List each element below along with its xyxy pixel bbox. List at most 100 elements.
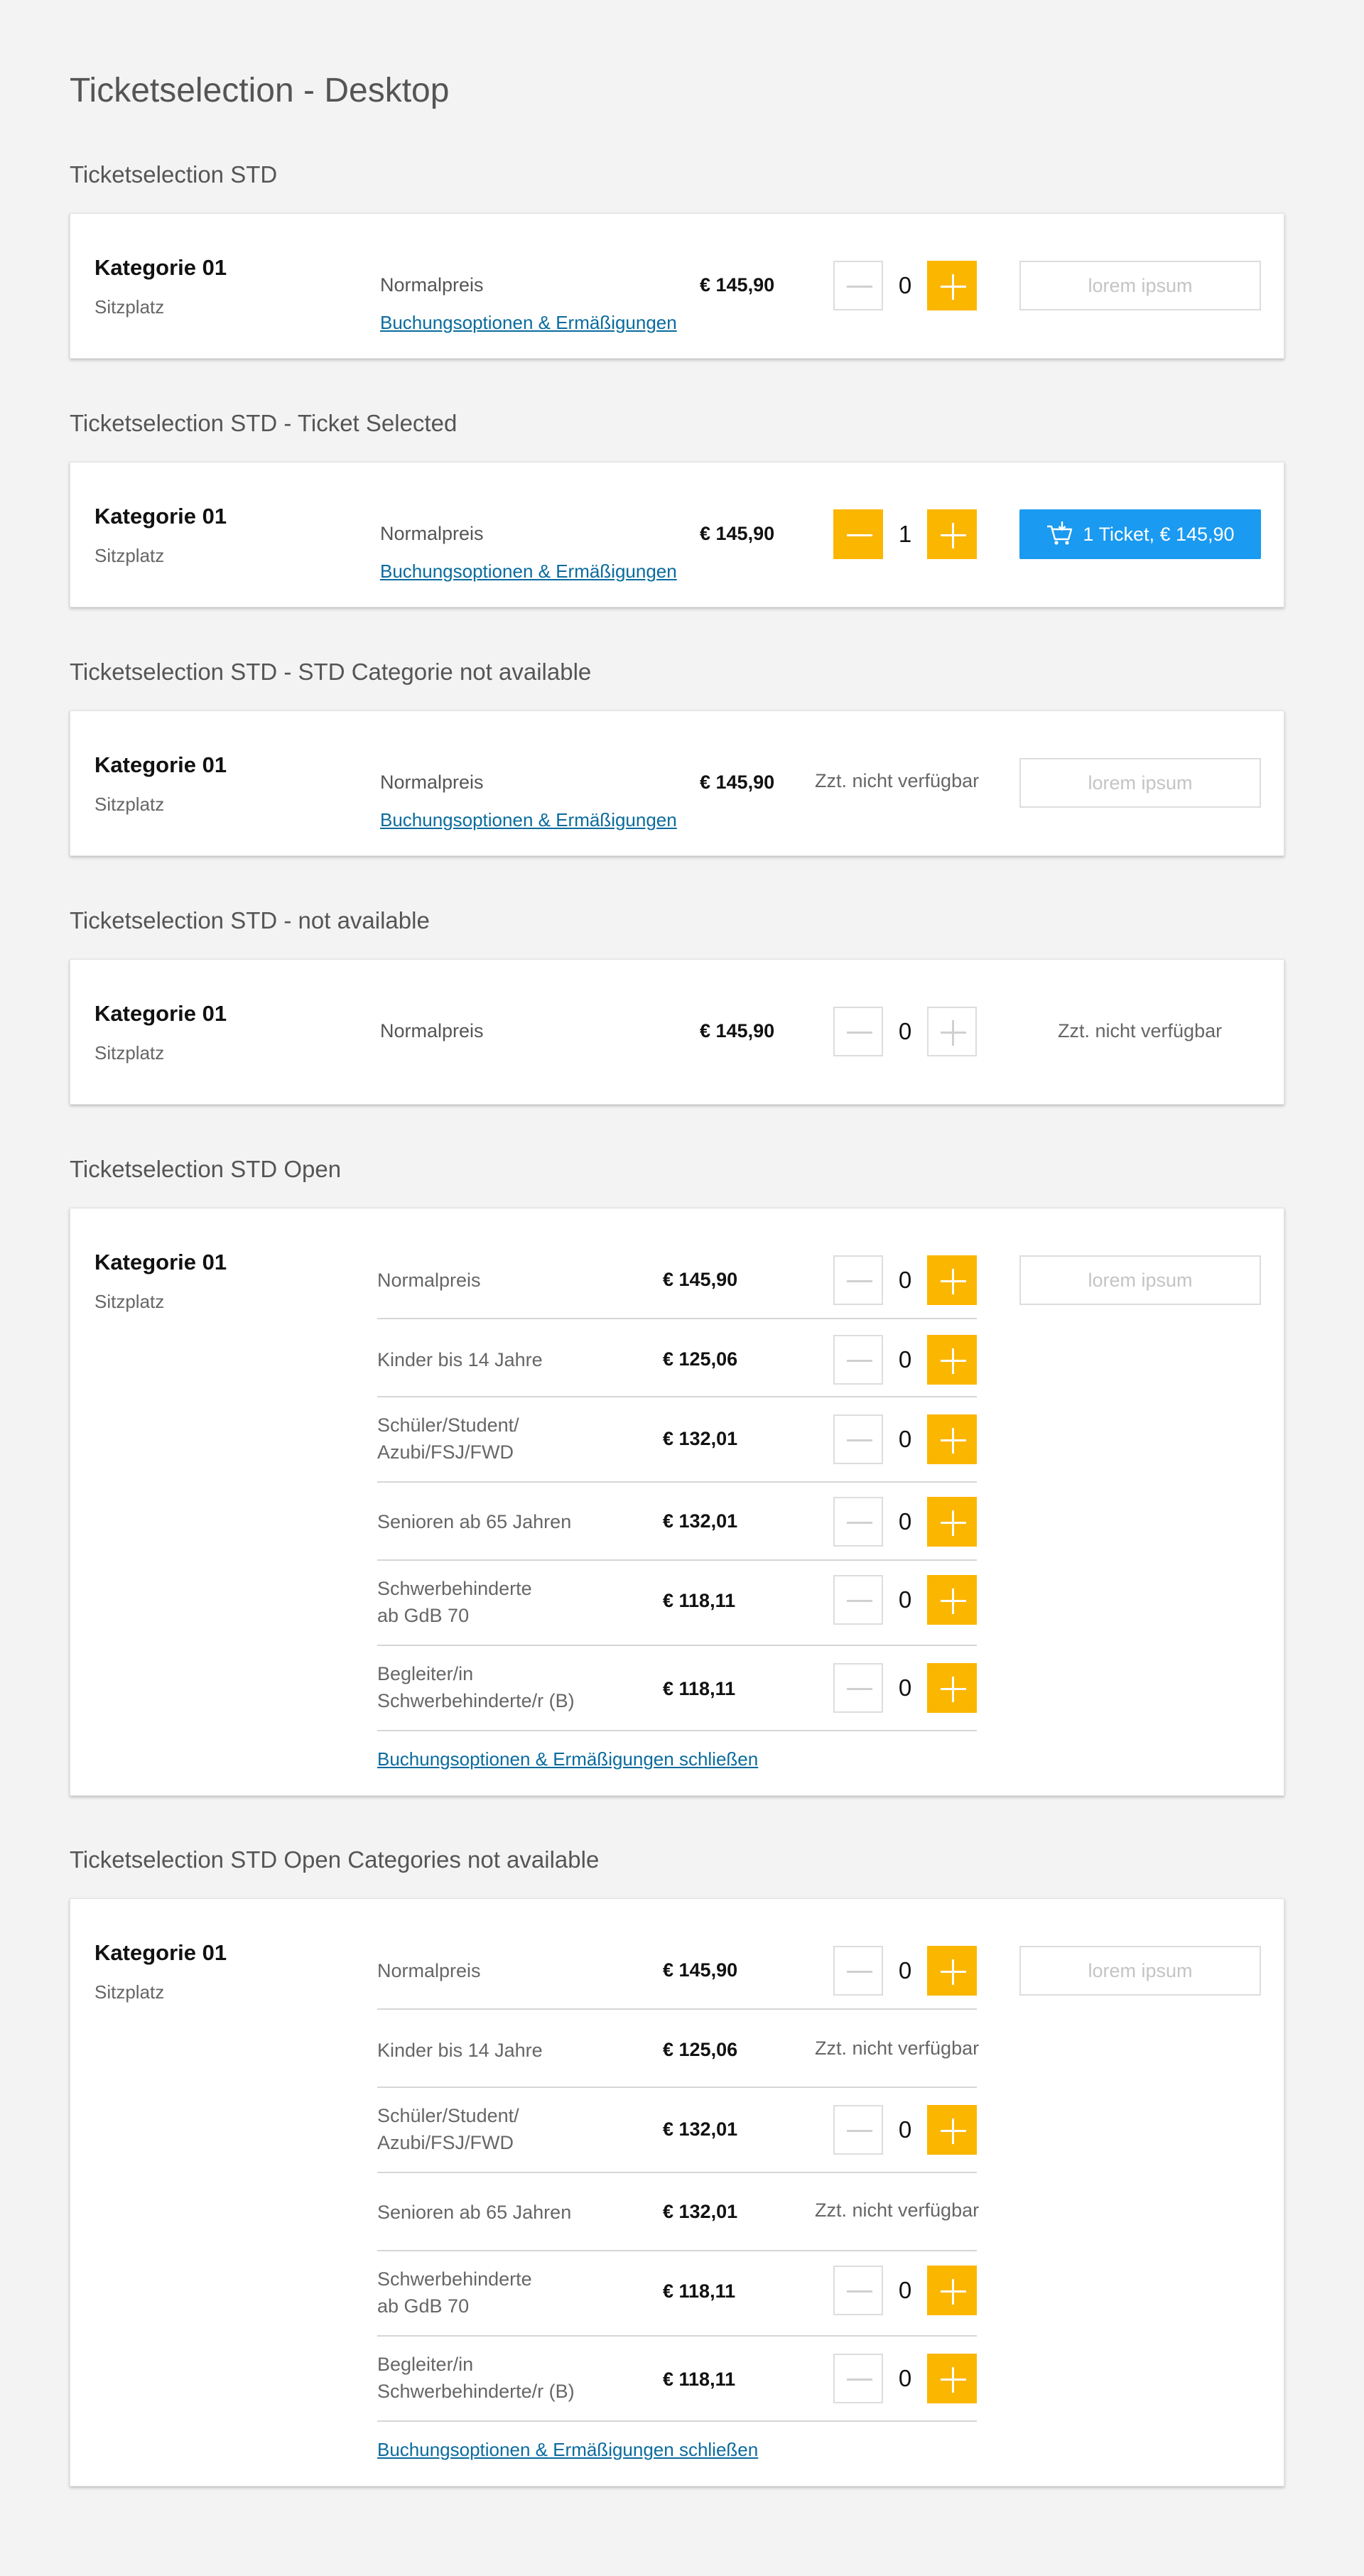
price-label: Normalpreis [380, 772, 484, 793]
price-category-label: Kinder bis 14 Jahre [377, 1349, 543, 1370]
plus-button[interactable] [927, 509, 977, 559]
quantity-stepper: 0 [833, 2354, 977, 2403]
quantity-value: 0 [898, 1346, 912, 1373]
ticket-card: Kategorie 01 Sitzplatz Normalpreis € 145… [70, 959, 1284, 1105]
cart-icon [1047, 521, 1073, 545]
price-category-label: Kinder bis 14 Jahre [377, 2040, 543, 2061]
cart-field[interactable]: lorem ipsum [1019, 1255, 1261, 1305]
plus-button[interactable] [927, 1497, 977, 1547]
price-category-label: Begleiter/in Schwerbehinderte/r (B) [377, 1663, 575, 1711]
quantity-value: 0 [898, 2365, 912, 2391]
quantity-stepper: 1 [833, 509, 977, 559]
minus-button[interactable] [833, 509, 883, 559]
price-value: € 118,11 [663, 2280, 736, 2302]
price-value: € 145,90 [700, 1020, 775, 1041]
category-name: Kategorie 01 [94, 504, 227, 529]
minus-button[interactable] [833, 2354, 883, 2403]
unavailable-status: Zzt. nicht verfügbar [815, 2037, 980, 2059]
category-name: Kategorie 01 [94, 1940, 227, 1965]
minus-button[interactable] [833, 1946, 883, 1996]
section-title: Ticketselection STD Open [70, 1156, 342, 1182]
price-value: € 145,90 [663, 1269, 738, 1290]
row-divider [377, 1481, 977, 1483]
plus-button[interactable] [927, 261, 977, 310]
row-divider [377, 1559, 977, 1561]
plus-button[interactable] [927, 2266, 977, 2315]
price-category-label: Senioren ab 65 Jahren [377, 1511, 572, 1532]
price-value: € 132,01 [663, 2201, 738, 2222]
ticket-card-open: Kategorie 01 Sitzplatz lorem ipsum Norma… [70, 1898, 1284, 2486]
plus-button[interactable] [927, 1663, 977, 1713]
category-subtitle: Sitzplatz [94, 794, 165, 815]
ticket-card-open: Kategorie 01 Sitzplatz lorem ipsum Norma… [70, 1208, 1284, 1796]
plus-button[interactable] [927, 1575, 977, 1625]
plus-button[interactable] [927, 1414, 977, 1464]
quantity-value: 0 [898, 272, 912, 298]
quantity-stepper: 0 [833, 1007, 977, 1056]
close-booking-options-link[interactable]: Buchungsoptionen & Ermäßigungen schließe… [377, 1747, 758, 1771]
price-value: € 145,90 [700, 523, 775, 544]
price-value: € 118,11 [663, 2369, 736, 2390]
plus-button[interactable] [927, 1335, 977, 1385]
unavailable-status: Zzt. nicht verfügbar [815, 770, 980, 791]
minus-button[interactable] [833, 1414, 883, 1464]
price-category-label: Schüler/Student/ Azubi/FSJ/FWD [377, 1414, 519, 1463]
quantity-value: 1 [898, 521, 912, 547]
row-divider [377, 2250, 977, 2251]
row-divider [377, 1730, 977, 1731]
ticket-card: Kategorie 01 Sitzplatz Normalpreis € 145… [70, 462, 1284, 607]
price-category-label: Begleiter/in Schwerbehinderte/r (B) [377, 2354, 575, 2402]
category-name: Kategorie 01 [94, 1250, 227, 1275]
quantity-value: 0 [898, 1957, 912, 1984]
minus-button[interactable] [833, 261, 883, 310]
minus-button[interactable] [833, 1255, 883, 1305]
quantity-stepper: 0 [833, 1946, 977, 1996]
add-to-cart-button[interactable]: 1 Ticket, € 145,90 [1019, 509, 1261, 559]
minus-button[interactable] [833, 1575, 883, 1625]
booking-options-link[interactable]: Buchungsoptionen & Ermäßigungen [380, 310, 677, 335]
price-value: € 118,11 [663, 1590, 736, 1611]
cart-field[interactable]: lorem ipsum [1019, 758, 1261, 808]
quantity-stepper: 0 [833, 1255, 977, 1305]
category-subtitle: Sitzplatz [94, 1291, 165, 1312]
minus-button[interactable] [833, 1335, 883, 1385]
minus-button[interactable] [833, 2266, 883, 2315]
plus-button[interactable] [927, 1946, 977, 1996]
row-divider [377, 1318, 977, 1319]
price-label: Normalpreis [380, 1020, 484, 1041]
booking-options-link[interactable]: Buchungsoptionen & Ermäßigungen [380, 808, 677, 832]
price-category-label: Normalpreis [377, 1960, 481, 1981]
section-title: Ticketselection STD - STD Categorie not … [70, 659, 592, 685]
plus-button[interactable] [927, 1255, 977, 1305]
cart-field[interactable]: lorem ipsum [1019, 261, 1261, 310]
minus-button[interactable] [833, 1497, 883, 1547]
booking-options-link[interactable]: Buchungsoptionen & Ermäßigungen [380, 559, 677, 583]
cart-field[interactable]: lorem ipsum [1019, 1946, 1261, 1996]
category-name: Kategorie 01 [94, 1001, 227, 1026]
plus-button[interactable] [927, 1007, 977, 1056]
minus-button[interactable] [833, 2105, 883, 2155]
category-subtitle: Sitzplatz [94, 296, 165, 318]
unavailable-status: Zzt. nicht verfügbar [1058, 1020, 1223, 1041]
quantity-stepper: 0 [833, 1663, 977, 1713]
page-title: Ticketselection - Desktop [70, 72, 450, 109]
quantity-value: 0 [898, 2277, 912, 2303]
category-name: Kategorie 01 [94, 752, 227, 777]
quantity-stepper: 0 [833, 2105, 977, 2155]
quantity-value: 0 [898, 1018, 912, 1044]
minus-button[interactable] [833, 1663, 883, 1713]
plus-button[interactable] [927, 2105, 977, 2155]
minus-button[interactable] [833, 1007, 883, 1056]
quantity-value: 0 [898, 1674, 912, 1701]
row-divider [377, 2335, 977, 2337]
quantity-stepper: 0 [833, 261, 977, 310]
section-title: Ticketselection STD Open Categories not … [70, 1846, 600, 1873]
close-booking-options-link[interactable]: Buchungsoptionen & Ermäßigungen schließe… [377, 2437, 758, 2462]
category-subtitle: Sitzplatz [94, 1042, 165, 1064]
plus-button[interactable] [927, 2354, 977, 2403]
price-value: € 145,90 [700, 772, 775, 793]
category-subtitle: Sitzplatz [94, 1981, 165, 2003]
price-value: € 132,01 [663, 1510, 738, 1532]
row-divider [377, 1645, 977, 1646]
quantity-value: 0 [898, 1267, 912, 1293]
